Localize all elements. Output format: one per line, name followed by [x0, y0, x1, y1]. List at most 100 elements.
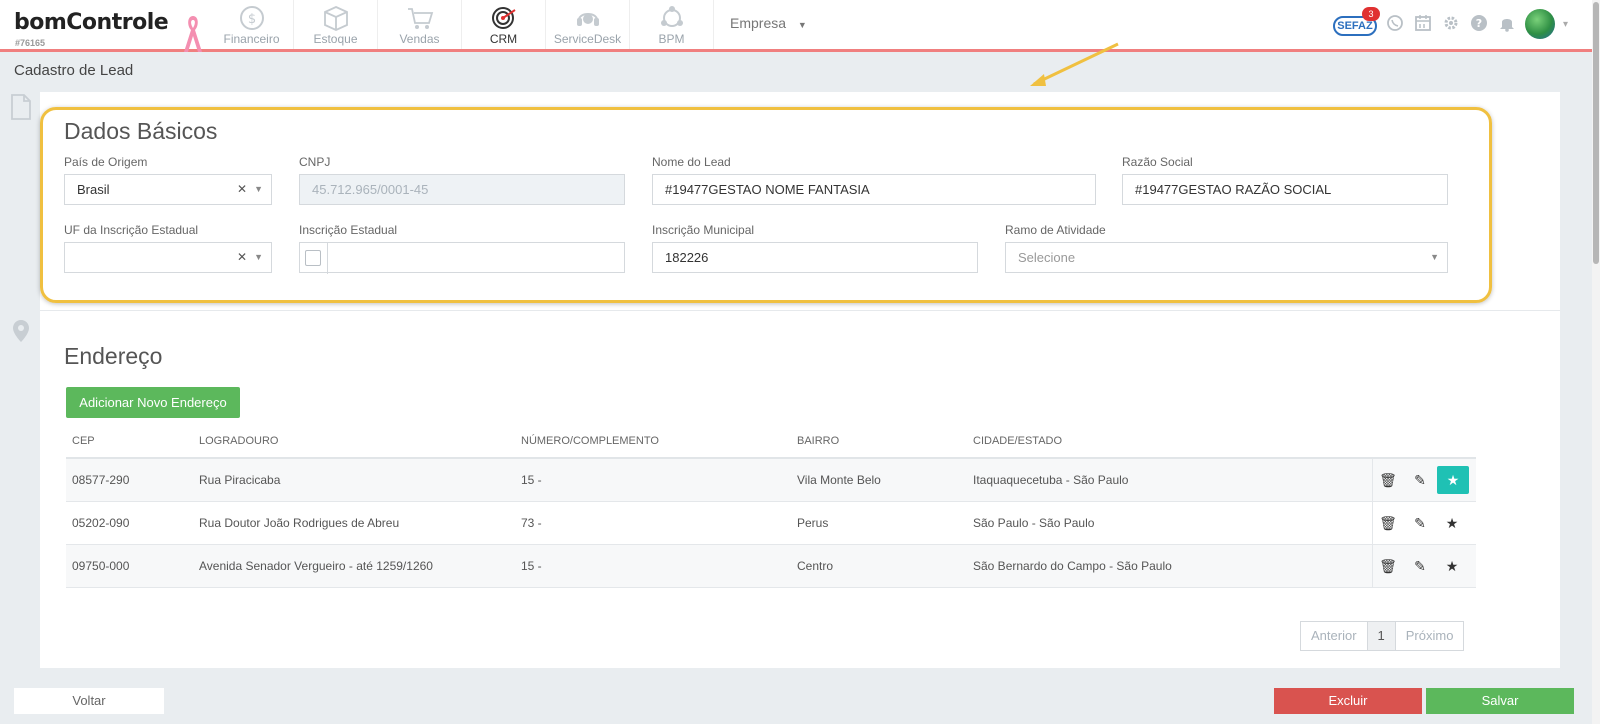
row-actions: 🗑 ✎ ★: [1372, 459, 1476, 501]
inscricao-estadual-label: Inscrição Estadual: [299, 223, 398, 237]
cell-cep: 05202-090: [72, 516, 130, 530]
nome-lead-field[interactable]: #19477GESTAO NOME FANTASIA: [652, 174, 1096, 205]
company-label: Empresa: [730, 15, 787, 31]
user-avatar[interactable]: [1524, 9, 1555, 39]
section-title-dados-basicos: Dados Básicos: [64, 118, 218, 144]
uf-select[interactable]: ✕ ▼: [64, 242, 272, 273]
chevron-down-icon: ▼: [1430, 252, 1439, 262]
pais-value: Brasil: [77, 182, 110, 197]
cell-numero: 15 -: [521, 473, 542, 487]
inscricao-estadual-field[interactable]: [299, 242, 625, 274]
cell-cep: 09750-000: [72, 559, 130, 573]
nome-lead-label: Nome do Lead: [652, 155, 731, 169]
delete-button[interactable]: Excluir: [1274, 688, 1422, 714]
chevron-down-icon: ▼: [254, 184, 263, 194]
process-icon: [660, 6, 683, 27]
clear-icon[interactable]: ✕: [237, 175, 247, 204]
star-icon[interactable]: ★: [1437, 466, 1469, 494]
isento-checkbox[interactable]: [305, 250, 321, 266]
svg-text:$: $: [247, 12, 255, 27]
cell-cidade: São Paulo - São Paulo: [973, 516, 1095, 530]
header-actions: SEFAZ 3 ? ▾: [1332, 7, 1568, 39]
column-header-cep: CEP: [72, 435, 95, 447]
page-title: Cadastro de Lead: [14, 62, 134, 79]
module-vendas[interactable]: Vendas: [378, 0, 462, 49]
add-address-button[interactable]: Adicionar Novo Endereço: [66, 387, 240, 418]
help-icon[interactable]: ?: [1469, 14, 1489, 34]
calendar-icon[interactable]: [1413, 14, 1433, 34]
sefaz-button[interactable]: SEFAZ 3: [1332, 7, 1380, 38]
document-icon: [11, 94, 31, 120]
app-logo[interactable]: bomControle #76165: [14, 10, 169, 48]
chevron-down-icon: ▼: [254, 252, 263, 262]
cart-icon: [407, 8, 433, 29]
module-label: BPM: [658, 32, 685, 46]
annotation-arrow-icon: [1030, 42, 1119, 86]
module-label: CRM: [489, 32, 518, 46]
cell-cep: 08577-290: [72, 473, 130, 487]
headset-icon: [576, 13, 599, 26]
cell-bairro: Perus: [797, 516, 829, 530]
edit-icon[interactable]: ✎: [1407, 467, 1433, 493]
module-estoque[interactable]: Estoque: [294, 0, 378, 49]
cell-bairro: Centro: [797, 559, 834, 573]
inscricao-municipal-label: Inscrição Municipal: [652, 223, 755, 237]
next-page-button[interactable]: Próximo: [1396, 622, 1464, 650]
table-row: 08577-290 Rua Piracicaba 15 - Vila Monte…: [66, 459, 1476, 502]
trash-icon[interactable]: 🗑: [1375, 553, 1401, 579]
module-label: ServiceDesk: [553, 32, 622, 46]
box-icon: [323, 6, 348, 31]
edit-icon[interactable]: ✎: [1407, 510, 1433, 536]
module-bpm[interactable]: BPM: [630, 0, 714, 49]
cnpj-label: CNPJ: [299, 155, 331, 169]
map-pin-icon: [13, 320, 29, 342]
module-label: Vendas: [399, 32, 440, 46]
module-crm[interactable]: CRM: [462, 0, 546, 49]
ramo-atividade-label: Ramo de Atividade: [1005, 223, 1106, 237]
scrollbar-thumb[interactable]: [1593, 2, 1599, 264]
cell-numero: 15 -: [521, 559, 542, 573]
trash-icon[interactable]: 🗑: [1375, 467, 1401, 493]
column-header-logradouro: LOGRADOURO: [199, 435, 279, 447]
uf-label: UF da Inscrição Estadual: [64, 223, 199, 237]
edit-icon[interactable]: ✎: [1407, 553, 1433, 579]
module-servicedesk[interactable]: ServiceDesk: [546, 0, 630, 49]
back-button[interactable]: Voltar: [14, 688, 164, 714]
bell-icon[interactable]: [1497, 14, 1517, 34]
top-navbar: bomControle #76165 $ Financeiro Estoque …: [0, 0, 1600, 52]
pais-select[interactable]: Brasil ✕ ▼: [64, 174, 272, 205]
annotation-highlight-box: [40, 107, 1492, 303]
star-icon[interactable]: ★: [1439, 510, 1465, 536]
module-nav: $ Financeiro Estoque Vendas CRM ServiceD…: [210, 0, 714, 49]
target-icon: [491, 7, 516, 29]
cnpj-field: 45.712.965/0001-45: [299, 174, 625, 205]
cell-logradouro: Rua Piracicaba: [199, 473, 281, 487]
trash-icon[interactable]: 🗑: [1375, 510, 1401, 536]
module-financeiro[interactable]: $ Financeiro: [210, 0, 294, 49]
page-number-button[interactable]: 1: [1367, 622, 1396, 650]
gear-icon[interactable]: [1441, 14, 1461, 34]
save-button[interactable]: Salvar: [1426, 688, 1574, 714]
column-header-cidade: CIDADE/ESTADO: [973, 435, 1063, 447]
column-header-numero: NÚMERO/COMPLEMENTO: [521, 435, 659, 447]
table-row: 09750-000 Avenida Senador Vergueiro - at…: [66, 545, 1476, 588]
module-label: Financeiro: [223, 32, 280, 46]
inscricao-municipal-field[interactable]: 182226: [652, 242, 978, 273]
whatsapp-icon[interactable]: [1385, 14, 1405, 34]
vertical-scrollbar[interactable]: [1592, 0, 1600, 724]
previous-page-button[interactable]: Anterior: [1301, 622, 1368, 650]
company-dropdown[interactable]: Empresa ▼: [730, 15, 807, 31]
cell-logradouro: Rua Doutor João Rodrigues de Abreu: [199, 516, 400, 530]
razao-social-field[interactable]: #19477GESTAO RAZÃO SOCIAL: [1122, 174, 1448, 205]
account-id: #76165: [15, 38, 46, 48]
star-icon[interactable]: ★: [1439, 553, 1465, 579]
notification-count-badge: 3: [1361, 7, 1380, 21]
ramo-atividade-select[interactable]: Selecione ▼: [1005, 242, 1448, 273]
ramo-atividade-placeholder: Selecione: [1018, 250, 1076, 265]
clear-icon[interactable]: ✕: [237, 243, 247, 272]
chevron-down-icon[interactable]: ▾: [1563, 19, 1568, 30]
isento-checkbox-cell: [300, 243, 328, 274]
cell-numero: 73 -: [521, 516, 542, 530]
dollar-coin-icon: $: [239, 6, 264, 30]
cell-cidade: São Bernardo do Campo - São Paulo: [973, 559, 1172, 573]
